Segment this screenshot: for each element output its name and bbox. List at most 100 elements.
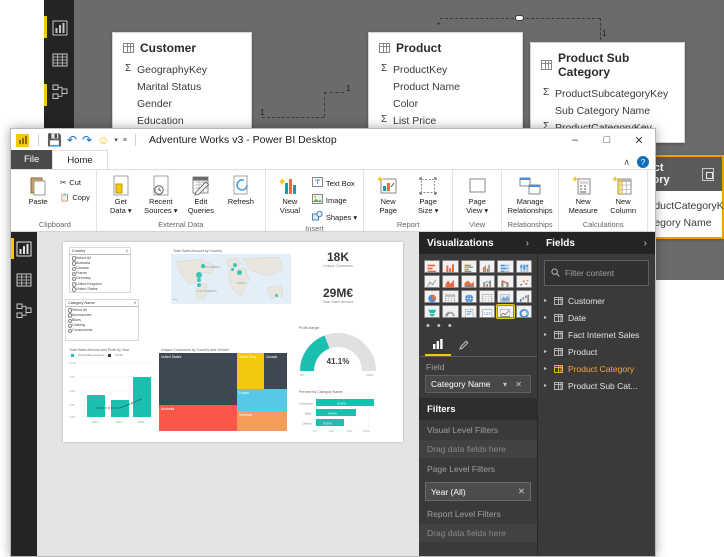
card-total-sales-amount[interactable]: 29M€ Total Sales Amount (303, 286, 373, 312)
viz-pie-chart-icon[interactable] (424, 290, 441, 303)
data-view-icon[interactable] (52, 52, 68, 68)
viz-line-chart-icon[interactable] (424, 275, 441, 288)
tab-format-icon[interactable] (451, 334, 477, 356)
viz-matrix-icon[interactable] (442, 290, 459, 303)
viz-stacked-area-chart-icon[interactable] (460, 275, 477, 288)
save-icon[interactable]: 💾 (47, 134, 62, 146)
maximize-button[interactable]: □ (591, 129, 623, 151)
paste-button[interactable]: Paste (18, 173, 58, 208)
viz-100-stacked-column-chart-icon[interactable] (515, 260, 532, 273)
report-view-icon[interactable] (16, 240, 33, 257)
visual-level-filters-dropzone[interactable]: Drag data fields here (419, 440, 537, 458)
chevron-right-icon[interactable]: ▸ (544, 348, 549, 355)
map-visual[interactable]: Total Sales Amount by Country NORTH AMER… (171, 247, 291, 307)
map-bubble[interactable] (233, 263, 237, 267)
field-row[interactable]: Sub Category Name (541, 102, 674, 119)
tab-home[interactable]: Home (52, 150, 108, 169)
field-table-product-category[interactable]: ▸ Product Category (538, 360, 655, 377)
field-row[interactable]: Color (379, 95, 512, 112)
viz-ribbon-chart-icon[interactable] (497, 275, 514, 288)
smiley-icon[interactable]: ☺ (97, 134, 109, 146)
slicer-item[interactable]: United States (70, 286, 130, 293)
minimize-button[interactable]: – (559, 129, 591, 151)
viz-stacked-column-chart-icon[interactable] (442, 260, 459, 273)
treemap-customers[interactable]: Unique Customers by Country and Gender U… (159, 346, 291, 438)
page-size-button[interactable]: Page Size ▾ (408, 173, 448, 216)
tab-fields-icon[interactable] (425, 334, 451, 356)
slicer-category-name[interactable]: Category Name ⚲ Select All Accessories B… (65, 299, 139, 341)
get-data-button[interactable]: Get Data ▾ (101, 173, 141, 216)
viz-scatter-chart-icon[interactable] (515, 275, 532, 288)
viz-filled-map-icon[interactable] (497, 290, 514, 303)
field-table-product[interactable]: ▸ Product (538, 343, 655, 360)
chevron-down-icon[interactable]: ▾ (503, 380, 510, 389)
slicer-search-icon[interactable]: ⚲ (134, 301, 136, 305)
viz-donut-chart-icon[interactable] (515, 305, 532, 318)
help-icon[interactable]: ? (637, 156, 649, 168)
chevron-right-icon[interactable]: ▸ (544, 382, 549, 389)
shapes-button[interactable]: Shapes ▾ (310, 210, 359, 224)
page-level-filter-year[interactable]: Year (All) ✕ (425, 482, 531, 501)
publish-button[interactable]: Publish (652, 173, 655, 208)
chevron-right-icon[interactable]: ▸ (544, 314, 549, 321)
refresh-button[interactable]: Refresh (221, 173, 261, 208)
viz-gauge-icon[interactable] (442, 305, 459, 318)
close-button[interactable]: ✕ (623, 129, 655, 151)
expand-icon[interactable] (702, 167, 714, 181)
viz-table-icon[interactable] (479, 290, 496, 303)
slicer-country[interactable]: Country ⚲ Select All Australia Canada Fr… (69, 247, 131, 293)
map-bubble[interactable] (275, 294, 278, 297)
new-measure-button[interactable]: New Measure (563, 173, 603, 216)
page-view-button[interactable]: Page View ▾ (457, 173, 497, 216)
report-page[interactable]: Country ⚲ Select All Australia Canada Fr… (63, 242, 403, 442)
edit-queries-button[interactable]: Edit Queries (181, 173, 221, 216)
collapse-pane-icon[interactable]: › (644, 238, 647, 249)
report-level-filters-dropzone[interactable]: Drag data fields here (419, 524, 537, 542)
new-visual-button[interactable]: New Visual (270, 173, 310, 216)
field-table-product-sub-category[interactable]: ▸ Product Sub Cat... (538, 377, 655, 394)
chevron-right-icon[interactable]: ▸ (544, 331, 549, 338)
more-visuals-icon[interactable]: • • • (419, 320, 537, 334)
remove-filter-icon[interactable]: ✕ (518, 486, 525, 497)
model-view-icon[interactable] (52, 84, 68, 100)
new-page-button[interactable]: New Page (368, 173, 408, 216)
image-button[interactable]: Image (310, 193, 359, 207)
viz-waterfall-chart-icon[interactable] (515, 290, 532, 303)
card-unique-customers[interactable]: 18K Unique Customers (303, 250, 373, 276)
slicer-item[interactable]: Components (66, 328, 138, 334)
manage-relationships-button[interactable]: Manage Relationships (506, 173, 554, 216)
tab-file[interactable]: File (11, 150, 53, 169)
viz-line-and-stacked-column-chart-icon[interactable] (479, 275, 496, 288)
viz-clustered-bar-chart-icon[interactable] (460, 260, 477, 273)
map-bubble[interactable] (237, 270, 242, 275)
collapse-ribbon-icon[interactable]: ∧ (623, 157, 630, 168)
treemap-cell-canada[interactable]: Canada (264, 353, 287, 389)
collapse-pane-icon[interactable]: › (526, 238, 529, 249)
viz-kpi-icon[interactable] (496, 304, 515, 319)
treemap-cell-australia[interactable]: Australia (159, 405, 237, 431)
remove-field-icon[interactable]: ✕ (515, 380, 525, 389)
chevron-right-icon[interactable]: ▸ (544, 297, 549, 304)
cut-button[interactable]: ✂ Cut (58, 177, 92, 188)
qat-customize-icon[interactable]: ≡ (123, 137, 127, 144)
field-row[interactable]: List Price (379, 112, 512, 129)
field-table-customer[interactable]: ▸ Customer (538, 292, 655, 309)
text-box-button[interactable]: Text Box (310, 176, 359, 190)
field-table-fact-internet-sales[interactable]: ▸ Fact Internet Sales (538, 326, 655, 343)
chevron-right-icon[interactable]: ▸ (544, 365, 549, 372)
chevron-down-icon[interactable]: ▾ (114, 137, 118, 144)
field-row[interactable]: ProductKey (379, 61, 512, 78)
field-row[interactable]: Gender (123, 95, 241, 112)
viz-100-stacked-bar-chart-icon[interactable] (497, 260, 514, 273)
canvas-area[interactable]: Country ⚲ Select All Australia Canada Fr… (37, 232, 419, 556)
field-row[interactable]: ProductSubcategoryKey (541, 85, 674, 102)
combo-chart-sales-profit[interactable]: Total Sales Amount and Profit by Year To… (67, 346, 155, 438)
map-bubble[interactable] (197, 278, 201, 282)
field-well-category-name[interactable]: Category Name ▾ ✕ (425, 375, 531, 393)
copy-button[interactable]: 📋 Copy (58, 192, 92, 203)
treemap-cell-united-kingdom[interactable]: United King.. (237, 353, 264, 389)
treemap-cell-france[interactable]: France (237, 389, 287, 411)
field-table-date[interactable]: ▸ Date (538, 309, 655, 326)
redo-icon[interactable]: ↷ (82, 134, 92, 146)
map-bubble[interactable] (201, 264, 205, 268)
